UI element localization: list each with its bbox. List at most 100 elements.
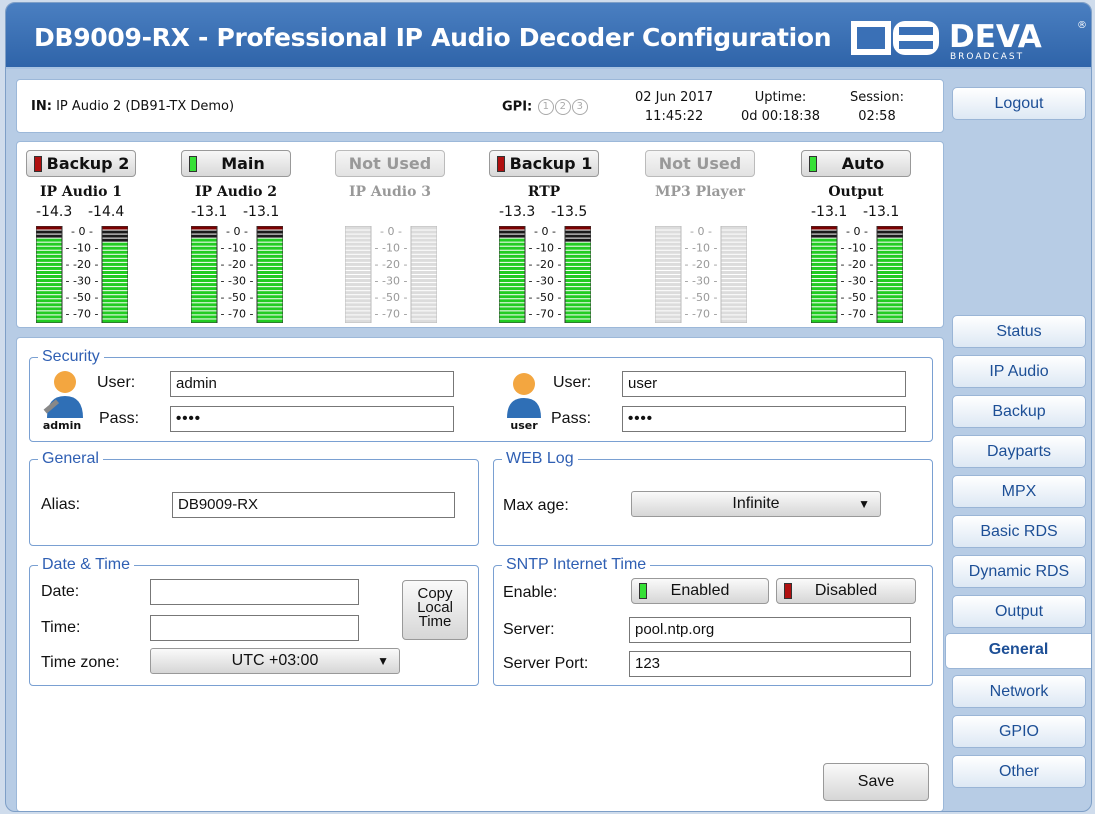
right-meter-segment [721, 234, 747, 238]
left-meter-segment [811, 230, 837, 234]
left-meter-segment [499, 295, 525, 299]
source-mode-button[interactable]: Backup 1 [489, 150, 599, 177]
right-meter-segment [877, 226, 903, 230]
left-level-value: -13.3 [499, 204, 536, 220]
right-meter-segment [102, 279, 128, 283]
alias-input[interactable]: DB9009-RX [172, 492, 455, 518]
right-meter-segment [102, 266, 128, 270]
max-age-select[interactable]: Infinite ▼ [631, 491, 881, 517]
sidebar-item-dayparts[interactable]: Dayparts [952, 435, 1086, 468]
right-meter-segment [102, 319, 128, 323]
uptime-label: Uptime: [754, 90, 807, 105]
right-meter-segment [102, 238, 128, 242]
source-mode-button[interactable]: Not Used [645, 150, 755, 177]
left-meter-segment [36, 234, 62, 238]
right-meter-segment [411, 254, 437, 258]
source-name: MP3 Player [655, 184, 745, 200]
sidebar-item-status[interactable]: Status [952, 315, 1086, 348]
left-meter-segment [811, 283, 837, 287]
vu-meter: - 0 - - -10 - - -20 - - -30 - - -50 - - -70 - [191, 226, 283, 323]
sidebar-item-backup[interactable]: Backup [952, 395, 1086, 428]
right-meter-segment [721, 262, 747, 266]
current-time: 11:45:22 [644, 109, 704, 124]
left-meter-segment [191, 299, 217, 303]
source-name: IP Audio 3 [348, 184, 432, 200]
right-meter-segment [257, 303, 283, 307]
source-mode-button[interactable]: Backup 2 [26, 150, 136, 177]
sntp-server-input[interactable]: pool.ntp.org [629, 617, 911, 643]
left-meter-segment [655, 254, 681, 258]
left-meter-segment [811, 295, 837, 299]
left-meter-segment [655, 275, 681, 279]
left-meter-segment [811, 311, 837, 315]
user-username-input[interactable]: user [622, 371, 906, 397]
sidebar-item-mpx[interactable]: MPX [952, 475, 1086, 508]
left-meter-segment [36, 303, 62, 307]
left-meter-segment [345, 303, 371, 307]
sidebar-item-gpio[interactable]: GPIO [952, 715, 1086, 748]
left-meter-segment [191, 230, 217, 234]
right-meter-segment [411, 234, 437, 238]
source-mode-button[interactable]: Not Used [335, 150, 445, 177]
sntp-disabled-label: Disabled [814, 582, 878, 599]
timezone-select[interactable]: UTC +03:00 ▼ [150, 648, 400, 674]
source-mode-label: Backup 1 [509, 154, 593, 173]
user-password-input[interactable]: •••• [622, 406, 906, 432]
left-meter-segment [811, 299, 837, 303]
right-meter-segment [721, 275, 747, 279]
sidebar-item-basic-rds[interactable]: Basic RDS [952, 515, 1086, 548]
right-meter-segment [102, 307, 128, 311]
date-input[interactable] [150, 579, 359, 605]
right-meter-segment [877, 242, 903, 246]
right-meter-segment [721, 295, 747, 299]
time-input[interactable] [150, 615, 359, 641]
meter-scale-label: - -30 - [221, 275, 254, 288]
left-meter-segment [811, 270, 837, 274]
logout-button[interactable]: Logout [952, 87, 1086, 120]
right-meter-segment [877, 291, 903, 295]
right-level-value: -13.1 [243, 204, 280, 220]
sidebar-item-other[interactable]: Other [952, 755, 1086, 788]
source-mode-button[interactable]: Main [181, 150, 291, 177]
left-meter-segment [345, 254, 371, 258]
admin-password-input[interactable]: •••• [170, 406, 454, 432]
right-meter-segment [721, 266, 747, 270]
right-meter-segment [102, 250, 128, 254]
sntp-port-input[interactable]: 123 [629, 651, 911, 677]
source-name: RTP [527, 184, 561, 200]
sntp-enabled-button[interactable]: Enabled [631, 578, 769, 604]
sntp-legend: SNTP Internet Time [506, 556, 647, 573]
left-meter-segment [499, 283, 525, 287]
left-meter-segment [191, 275, 217, 279]
meter-scale-label: - -70 - [841, 308, 874, 321]
meter-scale-label: - -70 - [221, 308, 254, 321]
sidebar-item-network[interactable]: Network [952, 675, 1086, 708]
source-mode-button[interactable]: Auto [801, 150, 911, 177]
source-mode-label: Backup 2 [46, 154, 130, 173]
right-meter-segment [257, 254, 283, 258]
left-meter-segment [191, 266, 217, 270]
right-meter-segment [411, 262, 437, 266]
enabled-led-icon [639, 583, 647, 599]
sntp-disabled-button[interactable]: Disabled [776, 578, 916, 604]
vu-meter: - 0 - - -10 - - -20 - - -30 - - -50 - - -70 - [499, 226, 591, 323]
sidebar-item-dynamic-rds[interactable]: Dynamic RDS [952, 555, 1086, 588]
sidebar-item-ip-audio[interactable]: IP Audio [952, 355, 1086, 388]
right-meter-segment [877, 246, 903, 250]
sntp-enable-label: Enable: [503, 584, 558, 601]
sidebar-item-general[interactable]: General [945, 633, 1091, 669]
left-meter-segment [191, 307, 217, 311]
right-level-value: -13.5 [551, 204, 588, 220]
right-meter-segment [565, 246, 591, 250]
right-meter-segment [257, 238, 283, 242]
left-meter-segment [345, 230, 371, 234]
save-button[interactable]: Save [823, 763, 929, 801]
left-meter-segment [345, 246, 371, 250]
copy-local-time-button[interactable]: Copy Local Time [402, 580, 468, 640]
right-meter-segment [257, 291, 283, 295]
left-meter-segment [655, 258, 681, 262]
sidebar-item-output[interactable]: Output [952, 595, 1086, 628]
admin-username-input[interactable]: admin [170, 371, 454, 397]
left-meter-segment [655, 242, 681, 246]
right-meter-segment [257, 315, 283, 319]
